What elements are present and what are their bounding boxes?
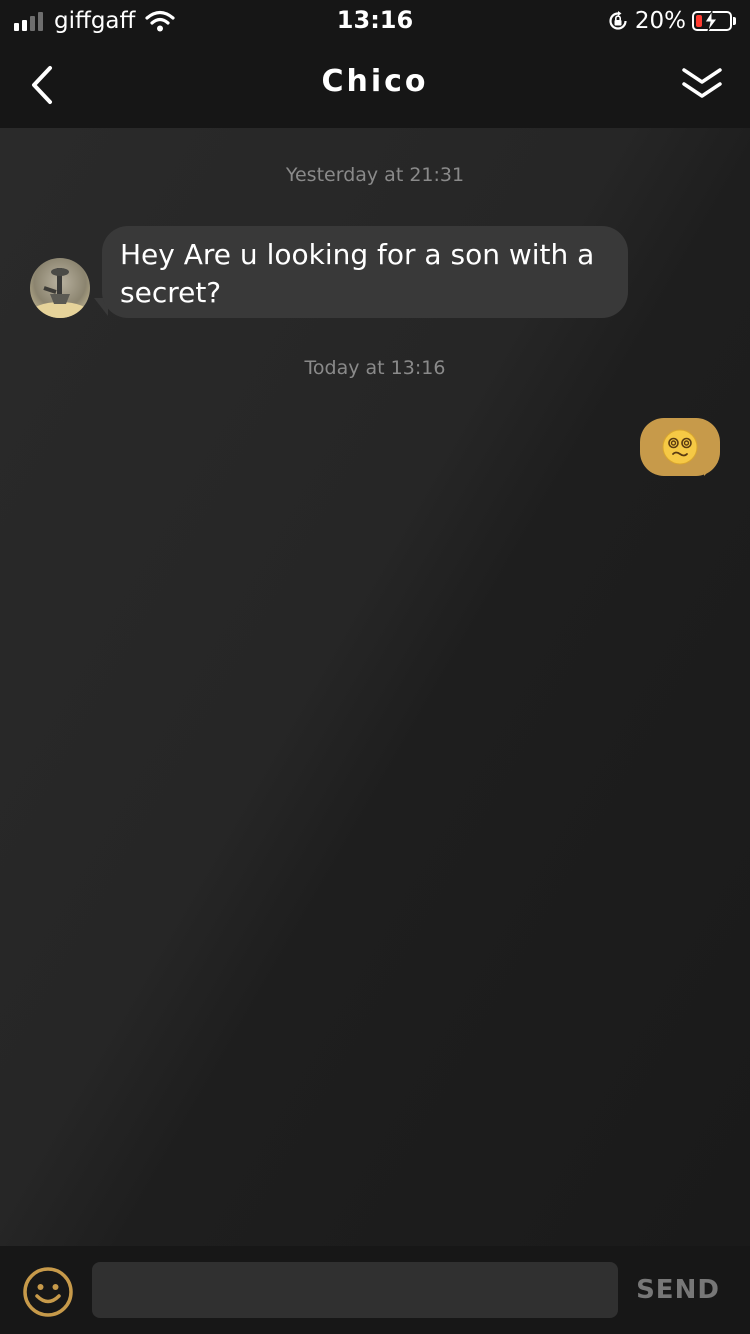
outgoing-message-bubble[interactable] xyxy=(640,418,720,476)
incoming-message-text: Hey Are u looking for a son with a secre… xyxy=(120,238,595,309)
contact-avatar[interactable] xyxy=(30,258,90,318)
avatar-image xyxy=(30,268,90,318)
status-bar: giffgaff 13:16 20% xyxy=(0,0,750,42)
message-composer: SEND xyxy=(0,1246,750,1334)
battery-percentage: 20% xyxy=(634,8,686,34)
emoji-button[interactable] xyxy=(22,1266,74,1318)
battery-charging-icon xyxy=(692,10,732,32)
message-list[interactable]: Yesterday at 21:31 Hey Are u looking for… xyxy=(0,128,750,1246)
collapse-button[interactable] xyxy=(678,62,726,108)
status-right: 20% xyxy=(607,6,736,36)
message-input[interactable] xyxy=(92,1262,618,1318)
timestamp-yesterday: Yesterday at 21:31 xyxy=(285,164,465,186)
contact-name-title[interactable]: Chico xyxy=(0,64,750,99)
collapse-double-chevron-icon xyxy=(682,68,722,98)
smiley-icon xyxy=(23,1267,73,1317)
timestamp-today: Today at 13:16 xyxy=(304,357,446,379)
orientation-lock-icon xyxy=(609,11,627,30)
send-button[interactable]: SEND xyxy=(628,1262,728,1318)
incoming-message-bubble[interactable]: Hey Are u looking for a son with a secre… xyxy=(102,226,628,318)
bolt-icon xyxy=(704,10,718,32)
chat-header: Chico xyxy=(0,42,750,128)
battery-tip xyxy=(733,17,736,25)
dizzy-face-emoji xyxy=(662,429,698,465)
